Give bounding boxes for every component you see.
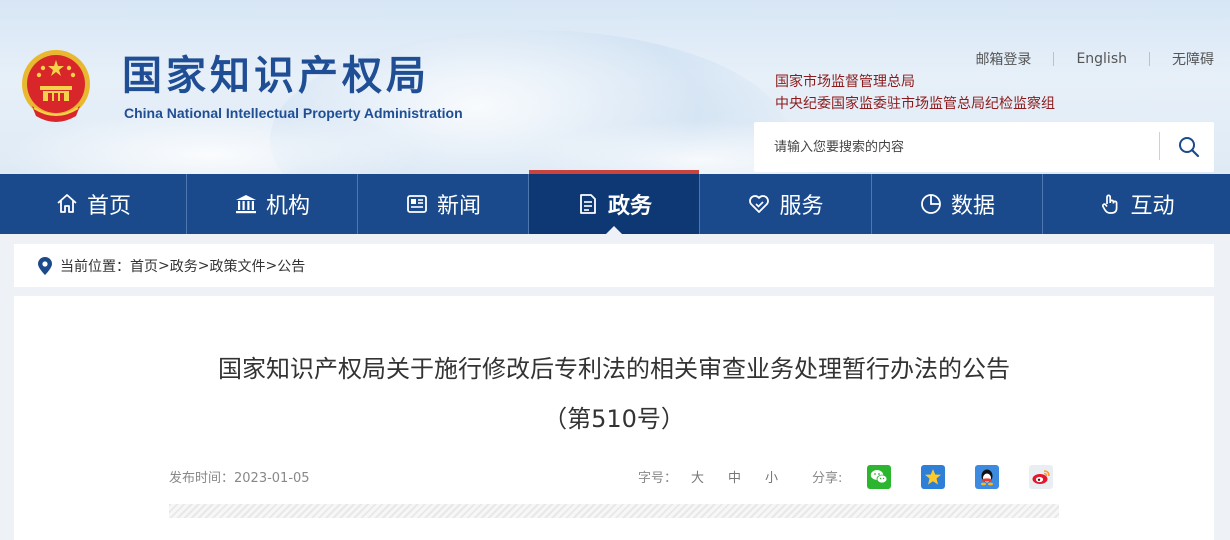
article-number: （第510号） — [543, 405, 685, 433]
nav-item-institution[interactable]: 机构 — [186, 174, 357, 234]
accessibility-link[interactable]: 无障碍 — [1172, 49, 1214, 69]
discipline-inspection-link[interactable]: 中央纪委国家监委驻市场监管总局纪检监察组 — [775, 93, 1055, 115]
main-nav: 首页 机构 新闻 政务 服务 数据 互动 — [0, 170, 1230, 234]
heart-service-icon — [749, 195, 770, 213]
search-input[interactable] — [774, 122, 1154, 172]
document-icon — [580, 194, 596, 214]
top-links: 邮箱登录 English 无障碍 — [975, 49, 1214, 69]
nav-label: 数据 — [950, 194, 995, 219]
breadcrumb-policy-documents[interactable]: 政策文件 — [209, 256, 265, 276]
breadcrumb: 当前位置： 首页 > 政务 > 政策文件 > 公告 — [14, 244, 1214, 287]
publish-date: 发布时间：2023-01-05 — [169, 471, 310, 486]
location-pin-icon — [38, 256, 52, 275]
nav-label: 新闻 — [436, 194, 481, 219]
search-icon — [1179, 137, 1200, 158]
org-links: 国家市场监督管理总局 中央纪委国家监委驻市场监管总局纪检监察组 — [775, 71, 1055, 115]
site-title[interactable]: 国家知识产权局 — [122, 52, 430, 100]
nav-item-news[interactable]: 新闻 — [357, 174, 528, 234]
nav-label: 首页 — [86, 194, 131, 219]
breadcrumb-separator: > — [197, 257, 210, 274]
site-subtitle: China National Intellectual Property Adm… — [124, 105, 463, 121]
nav-item-government-affairs[interactable]: 政务 — [528, 170, 699, 234]
search-box — [754, 122, 1214, 172]
nav-label: 政务 — [607, 194, 652, 219]
site-header: 国家知识产权局 China National Intellectual Prop… — [0, 0, 1230, 174]
nav-label: 服务 — [779, 194, 824, 219]
article-panel: 国家知识产权局关于施行修改后专利法的相关审查业务处理暂行办法的公告 （第510号… — [14, 296, 1214, 540]
news-icon — [407, 195, 427, 213]
samr-link[interactable]: 国家市场监督管理总局 — [775, 71, 1055, 93]
wechat-icon[interactable] — [867, 465, 891, 489]
font-size-medium[interactable]: 中 — [728, 467, 741, 486]
breadcrumb-prefix: 当前位置： — [60, 258, 130, 275]
home-icon — [57, 194, 77, 213]
font-size-small[interactable]: 小 — [765, 467, 778, 486]
weibo-icon[interactable] — [1029, 465, 1053, 489]
institution-icon — [235, 195, 256, 214]
hand-pointer-icon — [1102, 194, 1118, 214]
breadcrumb-announcements[interactable]: 公告 — [277, 256, 305, 276]
breadcrumb-separator: > — [265, 257, 278, 274]
national-emblem-icon[interactable] — [18, 44, 94, 126]
breadcrumb-home[interactable]: 首页 — [130, 256, 158, 276]
pie-chart-icon — [921, 194, 941, 214]
nav-label: 互动 — [1130, 194, 1175, 219]
article-title: 国家知识产权局关于施行修改后专利法的相关审查业务处理暂行办法的公告 — [218, 355, 1010, 383]
breadcrumb-government-affairs[interactable]: 政务 — [170, 256, 198, 276]
search-button[interactable] — [1164, 122, 1214, 172]
nav-item-interaction[interactable]: 互动 — [1042, 174, 1230, 234]
breadcrumb-separator: > — [158, 257, 170, 274]
nav-item-home[interactable]: 首页 — [0, 174, 186, 234]
nav-label: 机构 — [265, 194, 310, 219]
nav-item-services[interactable]: 服务 — [699, 174, 871, 234]
qq-icon[interactable] — [975, 465, 999, 489]
nav-item-data[interactable]: 数据 — [871, 174, 1042, 234]
font-size-control: 字号： 大 中 小 — [638, 467, 778, 486]
qzone-icon[interactable] — [921, 465, 945, 489]
share-label: 分享: — [812, 471, 843, 486]
english-link[interactable]: English — [1076, 51, 1127, 67]
header-separator — [169, 504, 1059, 518]
font-size-large[interactable]: 大 — [691, 467, 704, 486]
mail-login-link[interactable]: 邮箱登录 — [975, 49, 1031, 69]
font-size-label: 字号： — [638, 471, 678, 486]
